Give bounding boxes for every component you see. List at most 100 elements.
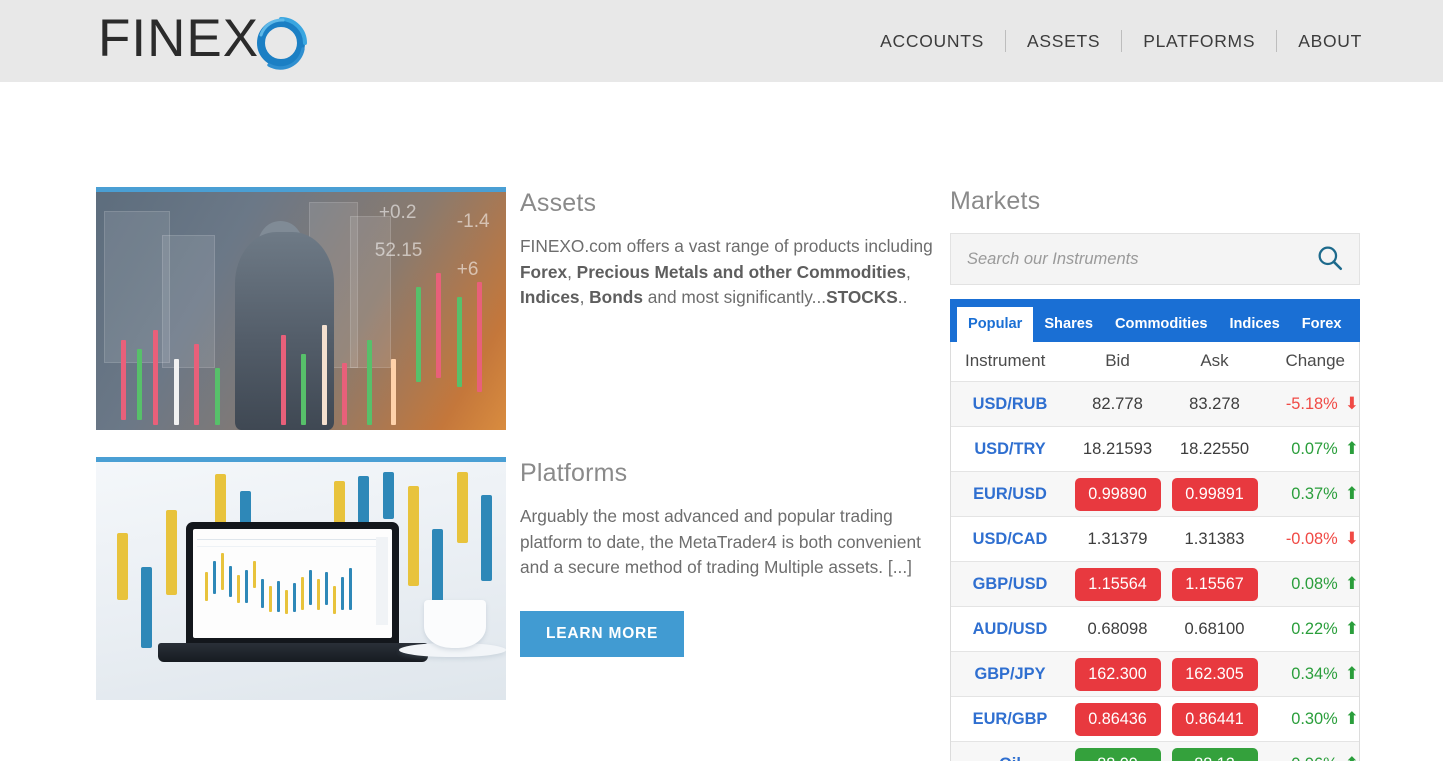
cell-instrument[interactable]: EUR/GBP [951,696,1069,742]
table-row[interactable]: Oil 88.09 88.12 0.96% ⬆ [951,741,1359,761]
arrow-down-icon: ⬇ [1344,529,1359,548]
cell-bid[interactable]: 88.09 [1069,741,1166,761]
promo-platforms-image[interactable] [96,457,506,700]
ask-value-chip[interactable]: 0.99891 [1171,477,1258,511]
table-row[interactable]: USD/CAD 1.31379 1.31383 -0.08% ⬇ [951,516,1359,562]
table-row[interactable]: GBP/USD 1.15564 1.15567 0.08% ⬆ [951,561,1359,607]
change-value: -5.18% [1285,395,1338,413]
cell-instrument[interactable]: USD/CAD [951,516,1069,562]
markets-search[interactable] [950,233,1360,285]
table-row[interactable]: EUR/GBP 0.86436 0.86441 0.30% ⬆ [951,696,1359,742]
promo-platforms: Platforms Arguably the most advanced and… [96,457,940,700]
cell-change: 0.08% ⬆ [1263,561,1359,607]
column-header-ask[interactable]: Ask [1166,342,1263,382]
cell-bid[interactable]: 18.21593 [1069,426,1166,472]
circle-swirl-logo-icon [253,15,309,71]
main-navigation: ACCOUNTS ASSETS PLATFORMS ABOUT [859,30,1383,52]
cell-ask[interactable]: 162.305 [1166,651,1263,697]
search-button[interactable] [1313,242,1347,276]
tab-shares[interactable]: Shares [1033,307,1104,342]
table-row[interactable]: AUD/USD 0.68098 0.68100 0.22% ⬆ [951,606,1359,652]
cell-ask[interactable]: 88.12 [1166,741,1263,761]
arrow-up-icon: ⬆ [1344,439,1359,458]
cell-ask[interactable]: 83.278 [1166,381,1263,427]
ask-value-chip[interactable]: 1.15567 [1171,567,1258,601]
cell-ask[interactable]: 0.68100 [1166,606,1263,652]
promo-platforms-text: Arguably the most advanced and popular t… [520,506,921,577]
cell-bid[interactable]: 0.99890 [1069,471,1166,517]
column-header-instrument[interactable]: Instrument [951,342,1069,382]
cell-ask[interactable]: 0.99891 [1166,471,1263,517]
promo-assets-image[interactable]: +0.2 -1.4 52.15 +6 [96,187,506,430]
cell-instrument[interactable]: EUR/USD [951,471,1069,517]
cell-ask[interactable]: 1.31383 [1166,516,1263,562]
arrow-up-icon: ⬆ [1344,574,1359,593]
ask-value: 0.68100 [1184,619,1245,638]
cell-change: 0.30% ⬆ [1263,696,1359,742]
markets-table-body: USD/RUB 82.778 83.278 -5.18% ⬇ USD/TRY 18.2159… [951,381,1359,761]
cell-instrument[interactable]: AUD/USD [951,606,1069,652]
markets-table: Instrument Bid Ask Change USD/RUB 82.778 8… [951,342,1359,761]
tab-indices[interactable]: Indices [1218,307,1290,342]
site-header: FINEX ACCOUNTS ASSETS PLATFORMS ABOUT [0,0,1443,82]
table-row[interactable]: GBP/JPY 162.300 162.305 0.34% ⬆ [951,651,1359,697]
ask-value-chip[interactable]: 162.305 [1171,657,1258,691]
table-row[interactable]: USD/RUB 82.778 83.278 -5.18% ⬇ [951,381,1359,427]
cell-instrument[interactable]: GBP/USD [951,561,1069,607]
bid-value: 1.31379 [1087,529,1148,548]
markets-table-container: Instrument Bid Ask Change USD/RUB 82.778 8… [950,342,1360,761]
nav-item-about[interactable]: ABOUT [1277,31,1383,52]
promo-assets: +0.2 -1.4 52.15 +6 Assets FINEXO.com off… [96,187,940,430]
cell-bid[interactable]: 162.300 [1069,651,1166,697]
bid-value-chip[interactable]: 0.99890 [1074,477,1161,511]
column-header-bid[interactable]: Bid [1069,342,1166,382]
cell-change: -5.18% ⬇ [1263,381,1359,427]
brand-logo[interactable]: FINEX [98,8,309,71]
cell-bid[interactable]: 82.778 [1069,381,1166,427]
cell-bid[interactable]: 1.15564 [1069,561,1166,607]
arrow-up-icon: ⬆ [1344,484,1359,503]
cell-ask[interactable]: 18.22550 [1166,426,1263,472]
bid-value-chip[interactable]: 1.15564 [1074,567,1161,601]
nav-item-platforms[interactable]: PLATFORMS [1122,31,1276,52]
tab-forex[interactable]: Forex [1291,307,1353,342]
table-row[interactable]: EUR/USD 0.99890 0.99891 0.37% ⬆ [951,471,1359,517]
promo-platforms-copy: Platforms Arguably the most advanced and… [520,457,940,700]
cell-instrument[interactable]: USD/RUB [951,381,1069,427]
arrow-down-icon: ⬇ [1344,394,1359,413]
bid-value-chip[interactable]: 0.86436 [1074,702,1161,736]
cell-ask[interactable]: 0.86441 [1166,696,1263,742]
cell-bid[interactable]: 0.68098 [1069,606,1166,652]
table-header-row: Instrument Bid Ask Change [951,342,1359,382]
search-input[interactable] [967,249,1313,269]
bid-value: 0.68098 [1087,619,1148,638]
nav-item-assets[interactable]: ASSETS [1006,31,1121,52]
cell-change: 0.22% ⬆ [1263,606,1359,652]
cell-bid[interactable]: 0.86436 [1069,696,1166,742]
trading-floor-artwork: +0.2 -1.4 52.15 +6 [96,192,506,430]
markets-title: Markets [950,187,1041,215]
cell-instrument[interactable]: GBP/JPY [951,651,1069,697]
arrow-up-icon: ⬆ [1344,619,1359,638]
cell-instrument[interactable]: Oil [951,741,1069,761]
tab-commodities[interactable]: Commodities [1104,307,1218,342]
cell-ask[interactable]: 1.15567 [1166,561,1263,607]
ask-value-chip[interactable]: 0.86441 [1171,702,1258,736]
laptop-chart-artwork [96,462,506,700]
change-value: 0.37% [1291,485,1338,503]
nav-item-accounts[interactable]: ACCOUNTS [859,31,1005,52]
bid-value-chip[interactable]: 162.300 [1074,657,1161,691]
promo-assets-title: Assets [520,189,597,217]
ask-value-chip[interactable]: 88.12 [1171,747,1258,761]
bid-value-chip[interactable]: 88.09 [1074,747,1161,761]
tab-popular[interactable]: Popular [957,307,1034,342]
cell-instrument[interactable]: USD/TRY [951,426,1069,472]
change-value: 0.30% [1291,710,1338,728]
column-header-change[interactable]: Change [1263,342,1359,382]
table-row[interactable]: USD/TRY 18.21593 18.22550 0.07% ⬆ [951,426,1359,472]
cell-change: 0.34% ⬆ [1263,651,1359,697]
cell-change: 0.37% ⬆ [1263,471,1359,517]
learn-more-button[interactable]: LEARN MORE [520,610,685,657]
markets-tabs: Popular Shares Commodities Indices Forex [950,299,1360,342]
cell-bid[interactable]: 1.31379 [1069,516,1166,562]
